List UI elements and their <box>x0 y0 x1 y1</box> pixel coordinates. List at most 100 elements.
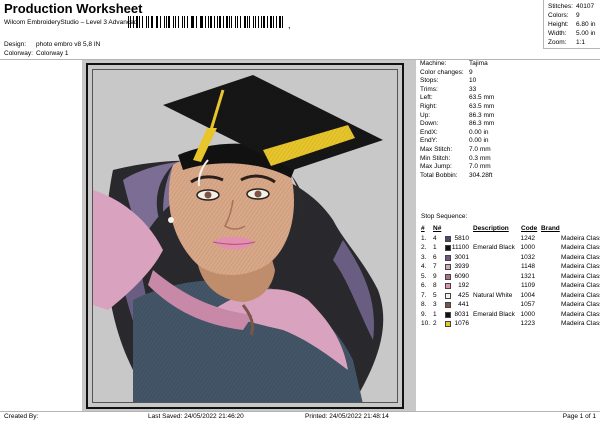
barcode-bar <box>263 16 265 28</box>
info-min-stitch: Min Stitch: 0.3 mm <box>420 154 491 162</box>
thread-code-number: 1148 <box>521 263 535 270</box>
thread-code: 3939 <box>454 263 469 270</box>
info-max-stitch: Max Stitch: 7.0 mm <box>420 145 491 153</box>
barcode-bar <box>252 16 255 28</box>
thread-brand: Madeira Classic 40 <box>561 282 600 289</box>
stat-width: Width: 5.00 in <box>548 30 596 37</box>
barcode-bar <box>244 16 246 28</box>
row-index: 4. <box>421 263 427 270</box>
thread-code: 1076 <box>454 320 469 327</box>
barcode-bar <box>236 16 238 28</box>
thread-code-number: 1032 <box>520 253 535 261</box>
thread-brand: Madeira Classic 40 <box>561 244 600 251</box>
barcode-bar <box>175 16 177 28</box>
info-down: Down: 86.3 mm <box>420 120 495 128</box>
barcode-bar <box>261 16 263 28</box>
thread-code-number: 1242 <box>520 234 535 242</box>
printed-date: Printed: 24/05/2022 21:48:14 <box>305 413 389 420</box>
barcode-bar <box>275 16 277 28</box>
barcode-bar <box>226 16 228 28</box>
page-number: Page 1 of 1 <box>562 413 596 420</box>
stat-colors: Colors: 9 <box>548 12 580 19</box>
stop-sequence-label: Stop Sequence: <box>421 213 468 220</box>
info-left: Left: 63.5 mm <box>420 94 495 102</box>
design-meta: Design: photo embro v8 5,8 IN Colorway: Co… <box>4 40 100 58</box>
barcode-bar <box>146 16 148 28</box>
barcode-bar <box>279 16 281 28</box>
barcode-bar <box>255 16 256 28</box>
barcode-bar <box>204 16 206 28</box>
row-index: 8. <box>421 301 427 308</box>
thread-code: 192 <box>458 282 469 289</box>
barcode-bar <box>168 16 170 28</box>
barcode-bar <box>228 16 230 28</box>
embroidery-preview <box>92 69 398 403</box>
barcode-bar <box>208 16 210 28</box>
barcode-bar <box>159 16 162 28</box>
barcode-bar <box>130 16 131 28</box>
row-index: 7. <box>421 291 427 299</box>
thread-code: 6090 <box>454 272 469 280</box>
thread-code-number: 1109 <box>521 282 535 289</box>
barcode <box>128 16 284 28</box>
info-endx: EndX: 0.00 in <box>420 128 489 136</box>
barcode-bar <box>246 16 248 28</box>
needle-number: 9 <box>433 272 437 280</box>
footer-divider <box>0 411 600 412</box>
barcode-bar <box>201 16 203 28</box>
thread-brand: Madeira Classic 40 <box>561 263 600 270</box>
barcode-bar <box>139 16 140 28</box>
barcode-bar <box>164 16 165 28</box>
barcode-bar <box>281 16 283 28</box>
needle-number: 7 <box>433 263 437 270</box>
info-right: Right: 63.5 mm <box>420 102 495 110</box>
barcode-bar <box>218 16 221 28</box>
thread-code-number: 1004 <box>520 291 535 299</box>
software-name: Wilcom EmbroideryStudio – Level 3 Advanc… <box>4 19 138 26</box>
thread-brand: Madeira Classic 40 <box>561 272 600 280</box>
info-stops: Stops: 10 <box>420 77 477 85</box>
barcode-bar <box>183 16 185 28</box>
info-up: Up: 86.3 mm <box>420 111 495 119</box>
design-row: Design: photo embro v8 5,8 IN <box>4 41 101 48</box>
barcode-bar <box>217 16 218 28</box>
needle-number: 3 <box>433 301 437 308</box>
needle-number: 4 <box>433 234 437 242</box>
barcode-bar <box>249 16 250 28</box>
thread-code: 5810 <box>454 234 469 242</box>
barcode-bar <box>199 16 201 28</box>
created-by: Created By: <box>4 413 39 420</box>
thread-code-number: 1000 <box>520 310 535 318</box>
thread-brand: Madeira Classic 40 <box>561 310 600 318</box>
row-index: 6. <box>421 282 427 289</box>
barcode-bar <box>150 16 153 28</box>
barcode-bar <box>128 16 130 28</box>
barcode-bar <box>148 16 149 28</box>
barcode-bar <box>222 16 224 28</box>
row-index: 5. <box>421 272 427 280</box>
thread-description: Emerald Black <box>473 244 515 251</box>
barcode-bar <box>210 16 212 28</box>
last-saved: Last Saved: 24/05/2022 21:46:20 <box>148 413 244 420</box>
row-index: 9. <box>421 310 427 318</box>
barcode-bar <box>136 16 139 28</box>
barcode-bar <box>234 16 236 28</box>
barcode-bar <box>172 16 175 28</box>
machine-info: Machine: Tajima Color changes: 9 Stops: 10 … <box>420 60 600 180</box>
barcode-bar <box>132 16 134 28</box>
thread-brand: Madeira Classic 40 <box>561 291 600 299</box>
barcode-bar <box>190 16 192 28</box>
barcode-bar <box>270 16 273 28</box>
needle-number: 8 <box>433 282 437 289</box>
barcode-bar <box>157 16 158 28</box>
thread-brand: Madeira Classic 40 <box>561 234 600 242</box>
design-stats: Stitches: 40107 Colors: 9 Height: 6.80 in W… <box>543 0 600 49</box>
info-max-jump: Max Jump: 7.0 mm <box>420 163 491 171</box>
needle-number: 1 <box>433 310 437 318</box>
thread-code-number: 1223 <box>520 320 535 327</box>
thread-description: Emerald Black <box>473 310 515 318</box>
colorway-row: Colorway: Colorway 1 <box>4 50 69 57</box>
info-color-changes: Color changes: 9 <box>420 68 473 76</box>
barcode-bar <box>155 16 157 28</box>
info-machine: Machine: Tajima <box>420 60 488 67</box>
